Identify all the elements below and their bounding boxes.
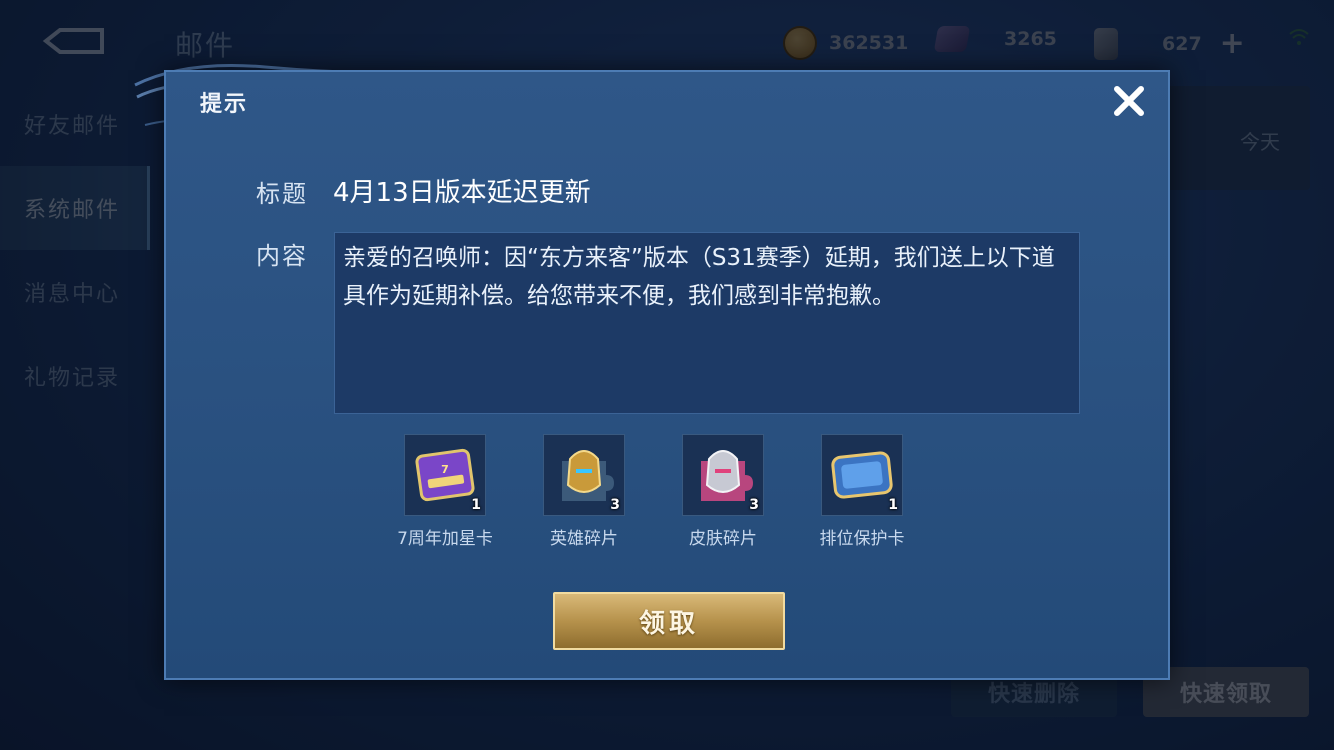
mail-content-text: 亲爱的召唤师：因“东方来客”版本（S31赛季）延期，我们送上以下道具作为延期补偿… <box>343 245 1055 309</box>
mail-content-box[interactable]: 亲爱的召唤师：因“东方来客”版本（S31赛季）延期，我们送上以下道具作为延期补偿… <box>334 232 1080 414</box>
reward-item: 7 1 7周年加星卡 <box>397 434 493 549</box>
content-label: 内容 <box>256 242 308 270</box>
reward-item-slot[interactable]: 7 1 <box>404 434 486 516</box>
item-name: 英雄碎片 <box>550 529 618 549</box>
close-icon <box>1114 86 1144 116</box>
reward-items: 7 1 7周年加星卡 3 英雄碎片 3 皮肤碎片 1 排位保护卡 <box>397 434 905 549</box>
reward-item: 3 英雄碎片 <box>543 434 625 549</box>
mail-subject: 4月13日版本延迟更新 <box>333 178 591 208</box>
claim-button[interactable]: 领取 <box>553 592 785 650</box>
reward-item-slot[interactable]: 1 <box>821 434 903 516</box>
item-count: 1 <box>888 497 898 513</box>
close-button[interactable] <box>1106 78 1152 124</box>
mail-detail-dialog: 提示 标题 4月13日版本延迟更新 内容 亲爱的召唤师：因“东方来客”版本（S3… <box>164 70 1170 680</box>
reward-item-slot[interactable]: 3 <box>682 434 764 516</box>
subject-label: 标题 <box>256 180 308 208</box>
reward-item-slot[interactable]: 3 <box>543 434 625 516</box>
item-name: 排位保护卡 <box>819 529 905 549</box>
reward-item: 3 皮肤碎片 <box>682 434 764 549</box>
item-count: 3 <box>749 497 759 513</box>
item-count: 1 <box>471 497 481 513</box>
reward-item: 1 排位保护卡 <box>819 434 905 549</box>
svg-text:7: 7 <box>441 463 449 476</box>
item-name: 7周年加星卡 <box>397 529 493 549</box>
item-name: 皮肤碎片 <box>689 529 757 549</box>
item-count: 3 <box>610 497 620 513</box>
dialog-title: 提示 <box>200 92 249 117</box>
